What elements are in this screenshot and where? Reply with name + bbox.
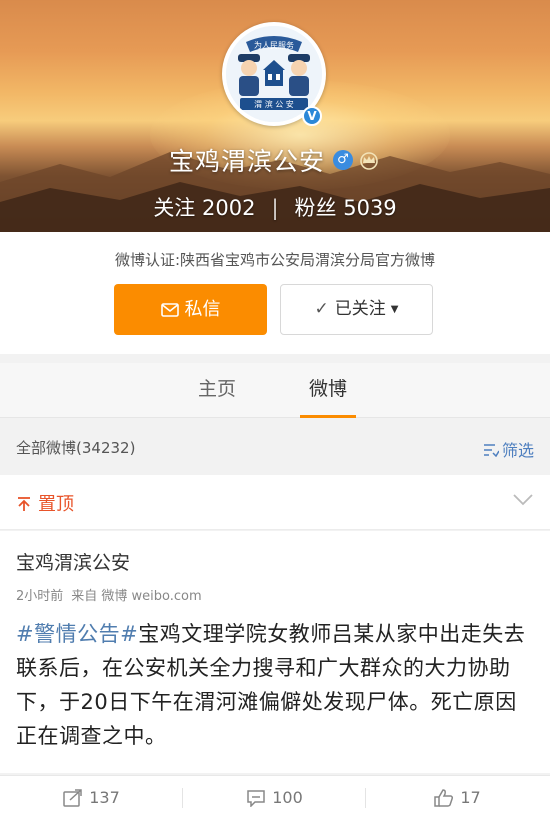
following-stat[interactable]: 关注 2002 xyxy=(153,196,255,220)
filter-icon xyxy=(483,444,500,458)
post-meta: 2小时前 来自 微博 weibo.com xyxy=(16,585,210,604)
post-source: 来自 微博 weibo.com xyxy=(71,589,202,604)
message-label: 私信 xyxy=(184,299,221,320)
chevron-down-icon[interactable] xyxy=(512,493,534,507)
stats-divider: | xyxy=(271,196,279,220)
mail-icon xyxy=(160,303,179,317)
comment-icon xyxy=(247,790,265,808)
svg-text:为人民服务: 为人民服务 xyxy=(254,40,294,50)
check-icon: ✓ xyxy=(314,299,329,319)
verification-text: 微博认证:陕西省宝鸡市公安局渭滨分局官方微博 xyxy=(114,251,436,269)
message-button[interactable]: 私信 xyxy=(114,284,267,335)
repost-icon xyxy=(63,789,82,807)
followers-count: 5039 xyxy=(343,196,397,220)
thumbs-up-icon xyxy=(434,789,454,807)
pinned-label: 置顶 xyxy=(38,494,74,515)
male-icon: ♂ xyxy=(333,150,353,170)
profile-name: 宝鸡渭滨公安 xyxy=(168,147,325,176)
profile-tabs: 主页 微博 xyxy=(0,363,550,418)
tab-home[interactable]: 主页 xyxy=(177,363,257,418)
following-label: 关注 xyxy=(153,196,196,220)
pinned-row[interactable]: 置顶 xyxy=(0,475,550,530)
pin-top-icon xyxy=(18,497,30,511)
verified-icon: V xyxy=(302,106,322,126)
profile-header: 为人民服务 渭 滨 公 安 V 宝鸡渭滨公安 ♂ 关注 2002 | 粉丝 50… xyxy=(0,0,550,232)
caret-down-icon: ▼ xyxy=(390,304,399,315)
pinned-label-group: 置顶 xyxy=(16,490,74,516)
repost-count: 137 xyxy=(89,788,120,807)
profile-info: 微博认证:陕西省宝鸡市公安局渭滨分局官方微博 私信 ✓ 已关注 ▼ xyxy=(0,232,550,354)
follow-label: 已关注 xyxy=(334,299,386,319)
like-button[interactable]: 17 xyxy=(366,776,549,818)
follow-button[interactable]: ✓ 已关注 ▼ xyxy=(280,284,433,335)
filter-button[interactable]: 筛选 xyxy=(483,437,534,461)
filter-bar: 全部微博(34232) 筛选 xyxy=(0,428,550,468)
comment-button[interactable]: 100 xyxy=(183,776,366,818)
topic-link[interactable]: #警情公告# xyxy=(16,622,138,646)
all-weibo-count: 全部微博(34232) xyxy=(16,439,136,457)
post-card: 宝鸡渭滨公安 2小时前 来自 微博 weibo.com #警情公告#宝鸡文理学院女… xyxy=(0,531,550,773)
like-count: 17 xyxy=(460,788,481,807)
comment-count: 100 xyxy=(272,788,303,807)
post-time: 2小时前 xyxy=(16,589,64,604)
post-actions: 137 100 17 xyxy=(0,775,550,818)
svg-text:渭 滨 公 安: 渭 滨 公 安 xyxy=(254,99,294,109)
filter-label: 筛选 xyxy=(501,441,534,460)
post-author[interactable]: 宝鸡渭滨公安 xyxy=(16,548,130,575)
following-count: 2002 xyxy=(202,196,256,220)
crown-icon xyxy=(360,152,378,170)
followers-label: 粉丝 xyxy=(294,196,337,220)
tab-weibo[interactable]: 微博 xyxy=(288,363,368,418)
repost-button[interactable]: 137 xyxy=(0,776,183,818)
followers-stat[interactable]: 粉丝 5039 xyxy=(295,196,397,220)
post-content: #警情公告#宝鸡文理学院女教师吕某从家中出走失去联系后，在公安机关全力搜寻和广大… xyxy=(16,617,536,753)
